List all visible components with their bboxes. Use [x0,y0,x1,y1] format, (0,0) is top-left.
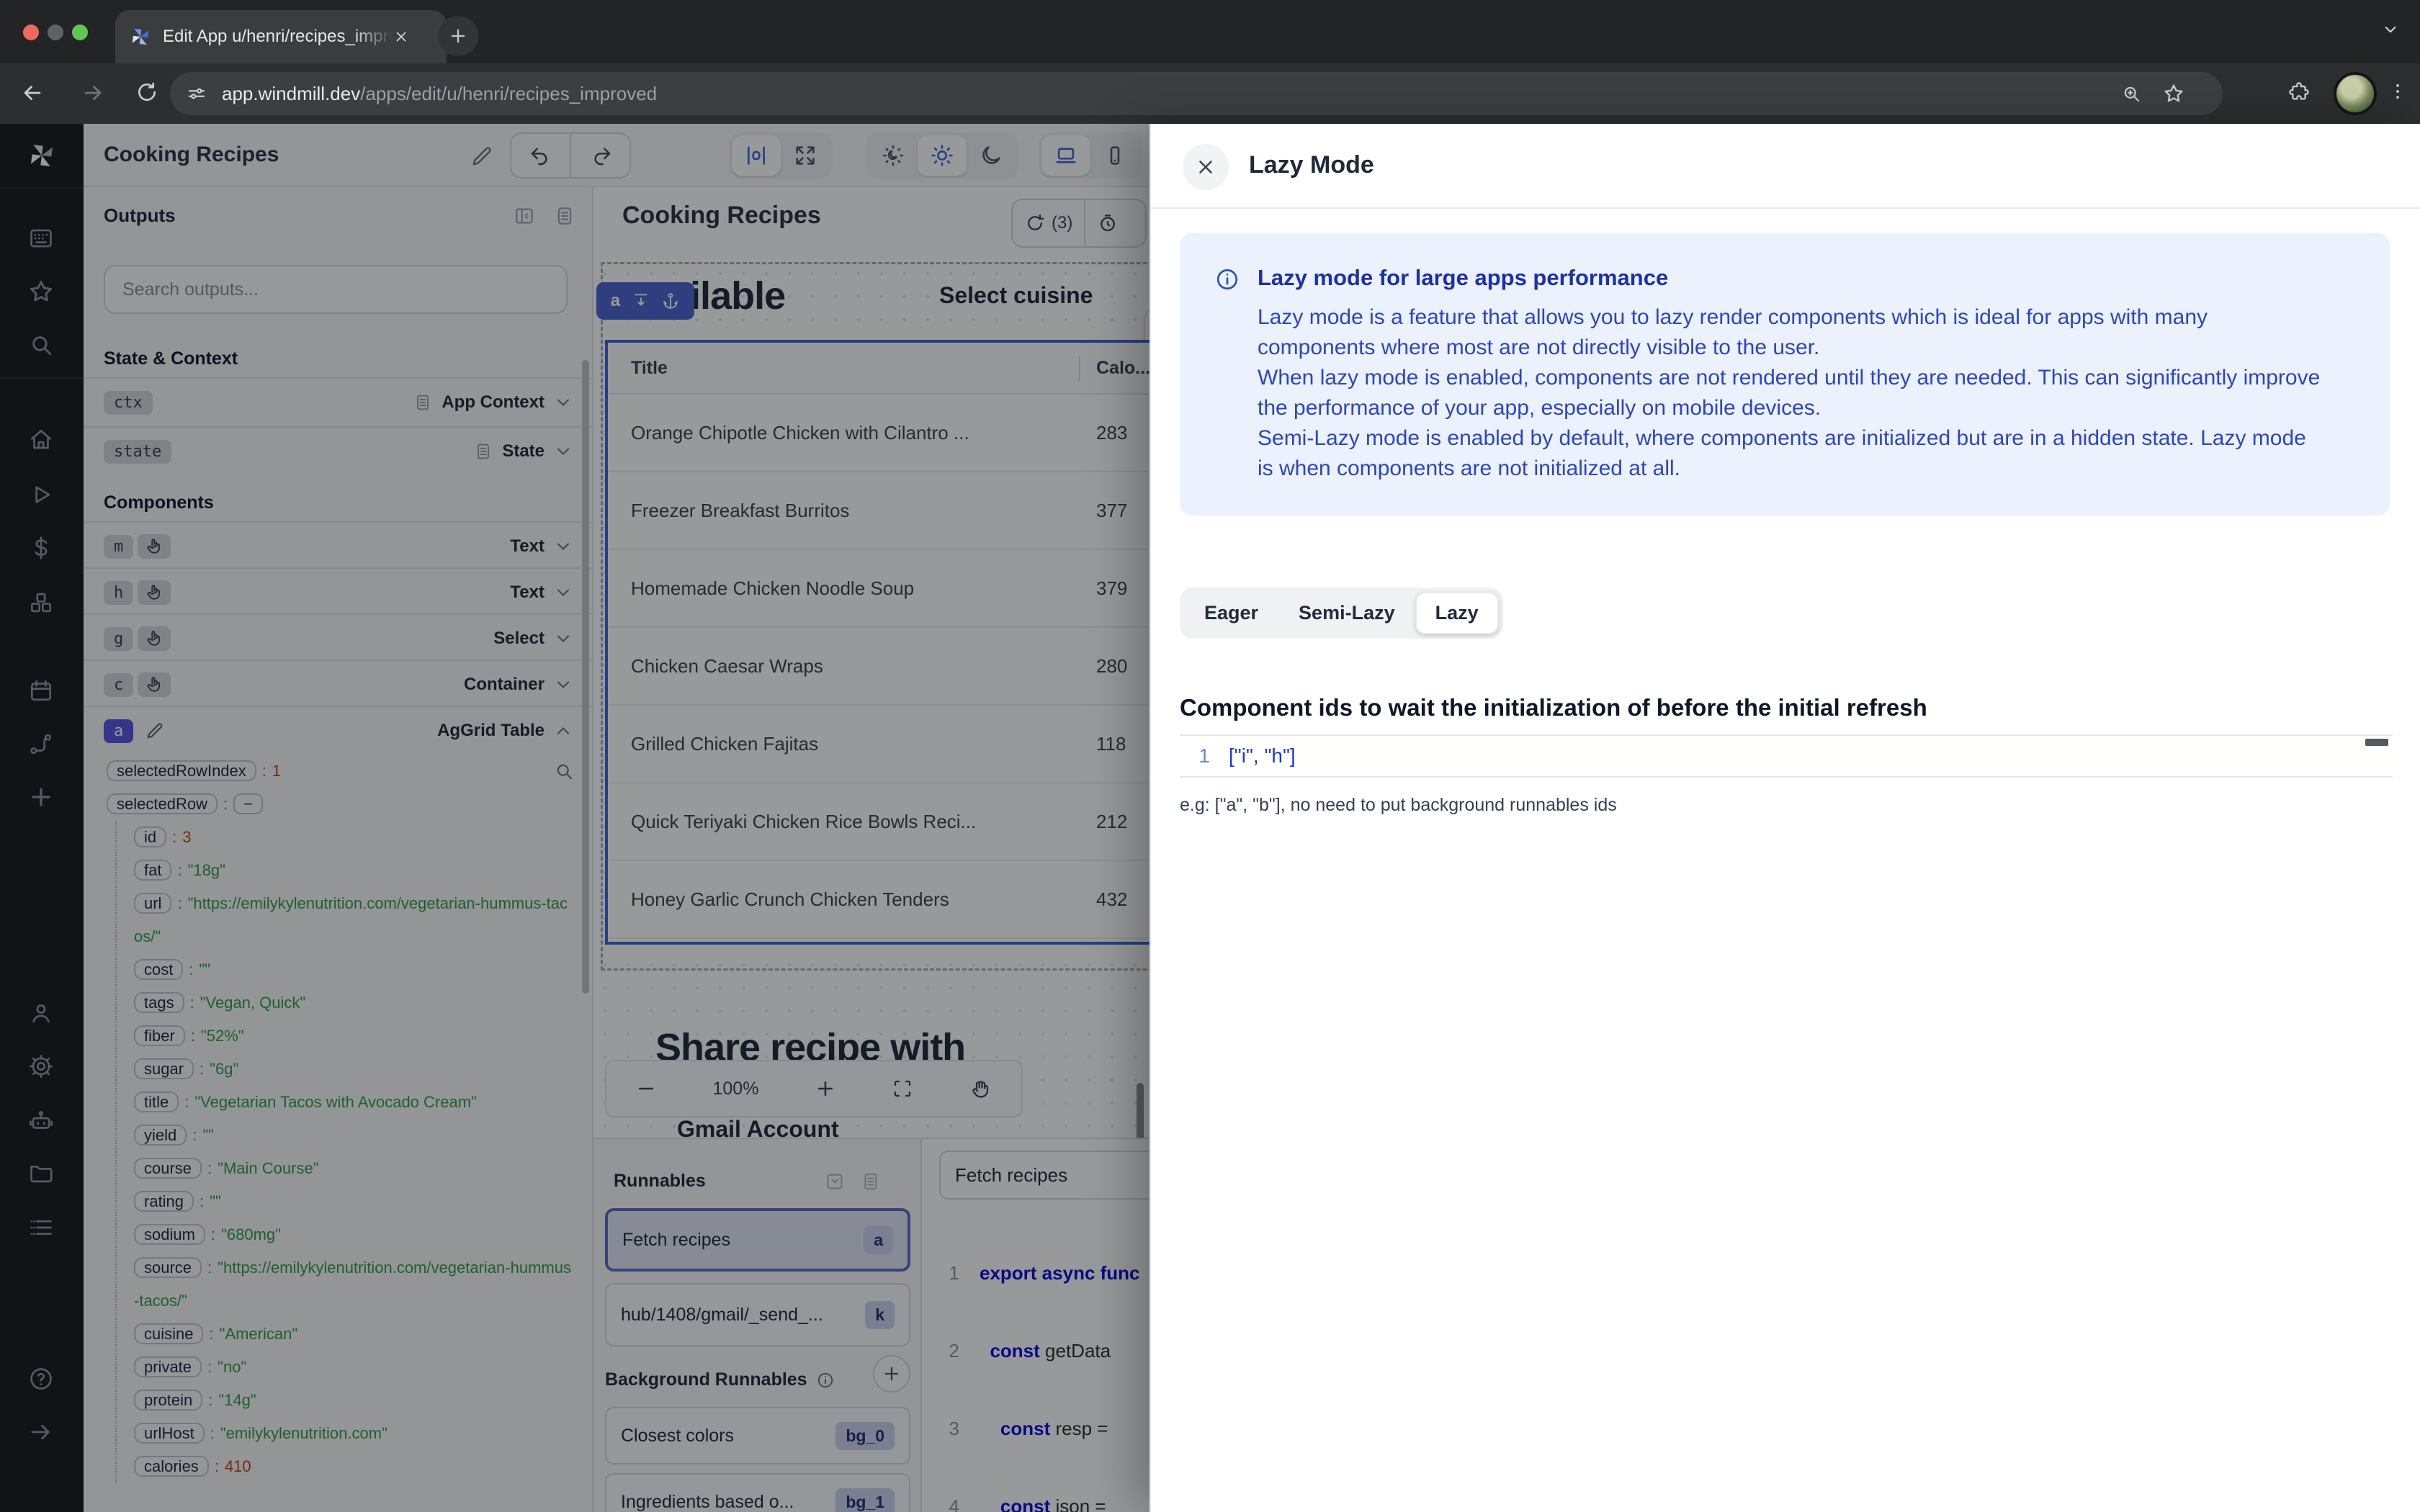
extensions-puzzle-icon[interactable] [2287,81,2311,104]
bookmark-star-icon[interactable] [2162,82,2185,105]
tab-title: Edit App u/henri/recipes_improved [163,27,393,46]
browser-tab-bar: Edit App u/henri/recipes_improved [0,0,2420,63]
divider [1151,207,2420,209]
plus-icon [448,26,468,46]
browser-toolbar: app.windmill.dev/apps/edit/u/henri/recip… [0,63,2420,124]
component-ids-editor[interactable]: 1 ["i", "h"] [1180,734,2393,778]
lazy-mode-info-box: Lazy mode for large apps performance Laz… [1180,233,2390,516]
line-number: 1 [1198,744,1210,767]
site-settings-icon[interactable] [186,83,207,104]
lazy-mode-toggle-group: Eager Semi-Lazy Lazy [1180,588,1503,639]
back-icon[interactable] [20,81,45,105]
address-bar[interactable]: app.windmill.dev/apps/edit/u/henri/recip… [170,72,2223,115]
close-icon [1195,156,1216,178]
traffic-light-zoom[interactable] [72,24,88,40]
mode-lazy-button[interactable]: Lazy [1415,592,1499,634]
close-drawer-button[interactable] [1183,144,1229,190]
avatar[interactable] [2334,72,2377,115]
info-icon [1214,266,1240,292]
editor-scrollbar-nub[interactable] [2365,739,2388,746]
forward-icon[interactable] [81,81,105,105]
browser-tab[interactable]: Edit App u/henri/recipes_improved [115,10,447,63]
reload-icon[interactable] [135,81,158,104]
url-host: app.windmill.dev [222,82,361,104]
traffic-light-minimize[interactable] [48,24,63,40]
screen: Edit App u/henri/recipes_improved app.wi… [0,0,2420,1512]
traffic-light-close[interactable] [23,24,39,40]
info-title: Lazy mode for large apps performance [1258,265,1669,290]
info-body-2: When lazy mode is enabled, components ar… [1258,366,2321,420]
browser-menu-kebab-icon[interactable] [2387,81,2408,102]
windmill-favicon [130,26,151,48]
tab-search-chevron-icon[interactable] [2381,20,2400,39]
mode-eager-button[interactable]: Eager [1184,592,1278,634]
url-path: /apps/edit/u/henri/recipes_improved [360,82,658,104]
tab-close-icon[interactable] [393,29,409,45]
lazy-mode-drawer: Lazy Mode Lazy mode for large apps perfo… [1150,124,2420,1512]
component-ids-heading: Component ids to wait the initialization… [1180,694,1927,721]
mode-semi-lazy-button[interactable]: Semi-Lazy [1278,592,1415,634]
zoom-icon[interactable] [2120,83,2142,104]
info-body-1: Lazy mode is a feature that allows you t… [1258,305,2208,359]
info-body-3: Semi-Lazy mode is enabled by default, wh… [1258,426,2306,480]
component-ids-value: ["i", "h"] [1229,744,1296,767]
drawer-title: Lazy Mode [1249,151,1374,179]
component-ids-hint: e.g: ["a", "b"], no need to put backgrou… [1180,795,1617,815]
new-tab-button[interactable] [438,16,478,56]
